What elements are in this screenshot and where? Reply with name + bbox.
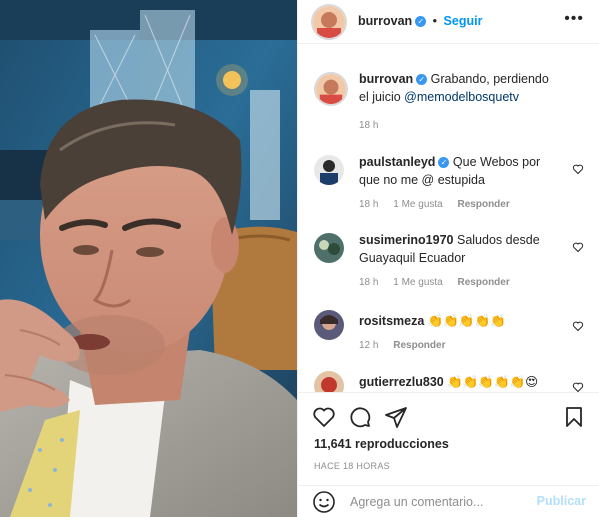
verified-badge-icon: ✓ — [415, 16, 427, 27]
comment-avatar[interactable] — [314, 155, 344, 185]
comment-body: 👏👏👏👏👏😍 — [447, 375, 539, 389]
comment-text: rositsmeza 👏👏👏👏👏 — [359, 312, 559, 330]
share-icon[interactable] — [384, 405, 408, 429]
comment-likes[interactable]: 1 Me gusta — [393, 199, 442, 210]
verified-badge-icon: ✓ — [438, 157, 450, 168]
comment-item: gutierrezlu830 👏👏👏👏👏😍 — [314, 371, 584, 392]
comment-like-heart-icon[interactable] — [572, 241, 584, 253]
post-details-panel: burrovan ✓ • Seguir ••• burrovan ✓ Graband… — [297, 0, 599, 517]
author-username[interactable]: burrovan — [358, 14, 412, 28]
view-count[interactable]: 11,641 reproducciones — [314, 437, 449, 451]
add-comment-bar: Publicar — [298, 485, 599, 517]
comment-avatar[interactable] — [314, 371, 344, 392]
comment-avatar[interactable] — [314, 233, 344, 263]
heart-icon[interactable] — [312, 405, 336, 429]
comment-time[interactable]: 12 h — [359, 340, 378, 351]
comment-like-heart-icon[interactable] — [572, 163, 584, 175]
emoji-icon[interactable] — [312, 490, 336, 514]
comment-meta: 18 h 1 Me gusta Responder — [359, 199, 510, 210]
comment-avatar[interactable] — [314, 310, 344, 340]
post-header: burrovan ✓ • Seguir ••• — [298, 0, 599, 44]
comment-likes[interactable]: 1 Me gusta — [393, 277, 442, 288]
comment-text: gutierrezlu830 👏👏👏👏👏😍 — [359, 373, 559, 391]
comment-like-heart-icon[interactable] — [572, 381, 584, 392]
video-frame — [0, 0, 297, 517]
header-user-row: burrovan ✓ • Seguir — [358, 14, 482, 28]
comment-meta: 18 h 1 Me gusta Responder — [359, 277, 510, 288]
comment-avatar-image — [314, 310, 344, 340]
comment-input[interactable] — [350, 492, 530, 512]
more-options-icon[interactable]: ••• — [564, 11, 584, 27]
comment-text: paulstanleyd ✓ Que Webos por que no me @ … — [359, 153, 559, 189]
caption-mention-link[interactable]: @memodelbosquetv — [404, 90, 519, 104]
comment-avatar-image — [314, 155, 344, 185]
caption-time[interactable]: 18 h — [359, 120, 378, 131]
comment-username[interactable]: rositsmeza — [359, 314, 424, 328]
comment-body: 👏👏👏👏👏 — [427, 314, 506, 328]
comment-username[interactable]: susimerino1970 — [359, 233, 454, 247]
comment-like-heart-icon[interactable] — [572, 320, 584, 332]
reply-button[interactable]: Responder — [458, 277, 510, 288]
caption-avatar[interactable] — [314, 72, 348, 106]
publish-button[interactable]: Publicar — [537, 494, 586, 508]
comment-item: susimerino1970 Saludos desde Guayaquil E… — [314, 231, 584, 291]
author-avatar[interactable] — [311, 4, 347, 40]
post-actions: 11,641 reproducciones HACE 18 HORAS Publ… — [298, 392, 599, 517]
dot-separator: • — [432, 14, 438, 28]
caption-username[interactable]: burrovan — [359, 72, 413, 86]
comment-text: susimerino1970 Saludos desde Guayaquil E… — [359, 231, 559, 267]
comment-avatar-image — [314, 233, 344, 263]
reply-button[interactable]: Responder — [393, 340, 445, 351]
bookmark-icon[interactable] — [562, 405, 586, 429]
comment-time[interactable]: 18 h — [359, 277, 378, 288]
comment-icon[interactable] — [348, 405, 372, 429]
comment-item: rositsmeza 👏👏👏👏👏 12 h Responder — [314, 310, 584, 355]
comment-username[interactable]: paulstanleyd — [359, 155, 435, 169]
follow-button[interactable]: Seguir — [444, 14, 483, 28]
author-avatar-image — [313, 6, 345, 38]
comments-list[interactable]: burrovan ✓ Grabando, perdiendo el juicio … — [298, 55, 599, 392]
reply-button[interactable]: Responder — [458, 199, 510, 210]
comment-username[interactable]: gutierrezlu830 — [359, 375, 444, 389]
post-time-ago: HACE 18 HORAS — [314, 461, 390, 471]
caption-meta: 18 h — [359, 120, 390, 131]
caption: burrovan ✓ Grabando, perdiendo el juicio … — [314, 70, 584, 140]
caption-text: burrovan ✓ Grabando, perdiendo el juicio … — [359, 70, 559, 106]
comment-meta: 12 h Responder — [359, 340, 445, 351]
video-player[interactable] — [0, 0, 297, 517]
caption-avatar-image — [316, 74, 346, 104]
verified-badge-icon: ✓ — [416, 74, 428, 85]
comment-time[interactable]: 18 h — [359, 199, 378, 210]
comment-avatar-image — [314, 371, 344, 392]
comment-item: paulstanleyd ✓ Que Webos por que no me @ … — [314, 153, 584, 213]
